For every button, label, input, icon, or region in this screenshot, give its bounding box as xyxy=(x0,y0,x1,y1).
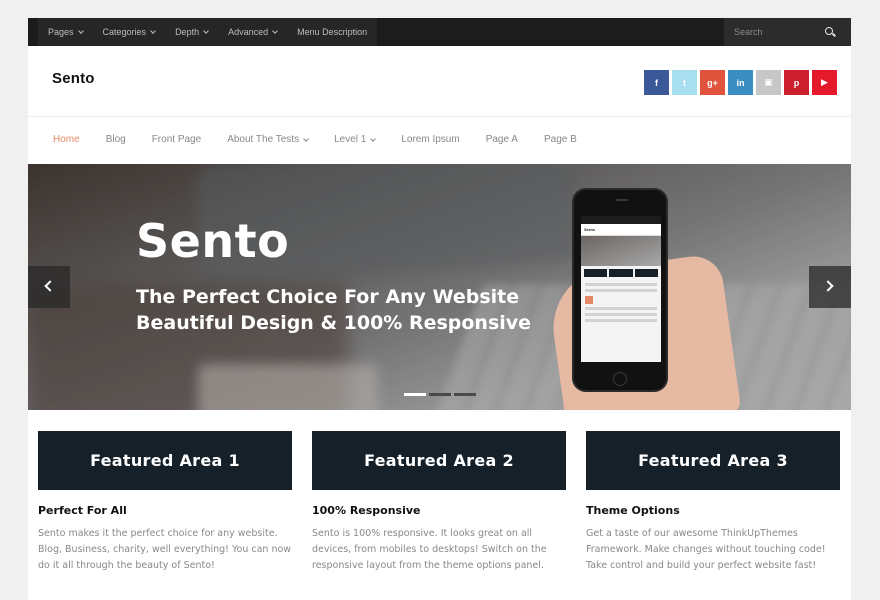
nav-item-about-the-tests[interactable]: About The Tests xyxy=(214,128,321,152)
nav-item-home[interactable]: Home xyxy=(40,128,93,152)
phone-image: Sento xyxy=(572,188,668,392)
slider-dot-1[interactable] xyxy=(404,393,426,396)
nav-item-label: Page B xyxy=(543,134,577,145)
nav-item-page-b[interactable]: Page B xyxy=(531,128,590,152)
search-box xyxy=(724,18,851,46)
featured-box-2[interactable]: Featured Area 2 xyxy=(312,431,566,490)
top-menu-label: Pages xyxy=(48,27,74,37)
slider-subtitle: The Perfect Choice For Any Website Beaut… xyxy=(136,284,531,336)
flickr-icon[interactable]: ▣ xyxy=(756,70,781,95)
chevron-down-icon xyxy=(272,27,278,34)
featured-text-2: Sento is 100% responsive. It looks great… xyxy=(312,528,547,571)
main-nav: Home Blog Front Page About The Tests Level 1… xyxy=(40,128,590,152)
top-bar: Pages Categories Depth Advanced Menu Descrip… xyxy=(28,18,851,46)
chevron-down-icon xyxy=(303,135,309,142)
nav-item-lorem-ipsum[interactable]: Lorem Ipsum xyxy=(388,128,472,152)
top-menu-item-advanced[interactable]: Advanced xyxy=(218,18,287,46)
site-logo[interactable]: Sento xyxy=(52,70,95,87)
linkedin-icon[interactable]: in xyxy=(728,70,753,95)
featured-heading-2: 100% Responsive xyxy=(312,504,421,517)
social-icons: f t g+ in ▣ p ▶ xyxy=(644,70,840,95)
search-input[interactable] xyxy=(724,18,824,46)
page-container: Pages Categories Depth Advanced Menu Descrip… xyxy=(28,18,851,600)
nav-item-label: Front Page xyxy=(151,134,202,145)
top-menu-label: Advanced xyxy=(228,27,269,37)
featured-heading-3: Theme Options xyxy=(586,504,680,517)
youtube-icon[interactable]: ▶ xyxy=(812,70,837,95)
top-menu-item-depth[interactable]: Depth xyxy=(165,18,218,46)
slider-prev-button[interactable] xyxy=(28,266,70,308)
slider-next-button[interactable] xyxy=(809,266,851,308)
facebook-icon[interactable]: f xyxy=(644,70,669,95)
top-menu-label: Depth xyxy=(175,27,200,37)
nav-item-front-page[interactable]: Front Page xyxy=(139,128,214,152)
slider-title: Sento xyxy=(136,214,290,268)
featured-area-2: Featured Area 2 100% Responsive Sento is… xyxy=(312,431,566,574)
top-menu-item-pages[interactable]: Pages xyxy=(38,18,93,46)
slider-subtitle-line2: Beautiful Design & 100% Responsive xyxy=(136,312,532,334)
nav-item-label: About The Tests xyxy=(227,134,300,145)
top-menu-label: Categories xyxy=(102,27,147,37)
phone-screen-logo: Sento xyxy=(581,224,661,236)
nav-item-blog[interactable]: Blog xyxy=(93,128,139,152)
nav-item-level-1[interactable]: Level 1 xyxy=(321,128,388,152)
hero-slider: Sento Sento The Perfect Choice For Any W… xyxy=(28,164,851,410)
featured-area-1: Featured Area 1 Perfect For All Sento ma… xyxy=(38,431,292,574)
nav-item-label: Home xyxy=(53,134,80,145)
nav-item-label: Page A xyxy=(485,134,518,145)
slider-dot-2[interactable] xyxy=(429,393,451,396)
top-menu-item-menu-description[interactable]: Menu Description xyxy=(287,18,377,46)
top-menu-item-categories[interactable]: Categories xyxy=(93,18,166,46)
twitter-icon[interactable]: t xyxy=(672,70,697,95)
slider-pagination xyxy=(404,393,479,396)
google-plus-icon[interactable]: g+ xyxy=(700,70,725,95)
nav-item-label: Level 1 xyxy=(334,134,367,145)
featured-text-3: Get a taste of our awesome ThinkUpThemes… xyxy=(586,528,826,571)
header-divider xyxy=(28,116,851,117)
slider-dot-3[interactable] xyxy=(454,393,476,396)
nav-item-label: Blog xyxy=(105,134,126,145)
top-menu: Pages Categories Depth Advanced Menu Descrip… xyxy=(38,18,378,46)
chevron-down-icon xyxy=(370,135,377,142)
chevron-down-icon xyxy=(203,27,209,34)
nav-item-label: Lorem Ipsum xyxy=(401,134,460,145)
featured-text-1: Sento makes it the perfect choice for an… xyxy=(38,528,292,571)
featured-area-3: Featured Area 3 Theme Options Get a tast… xyxy=(586,431,840,574)
chevron-right-icon xyxy=(822,280,834,292)
featured-box-1[interactable]: Featured Area 1 xyxy=(38,431,292,490)
search-icon[interactable] xyxy=(825,27,833,35)
slider-subtitle-line1: The Perfect Choice For Any Website xyxy=(136,286,520,308)
chevron-down-icon xyxy=(77,27,84,34)
pinterest-icon[interactable]: p xyxy=(784,70,809,95)
top-menu-label: Menu Description xyxy=(297,27,368,37)
nav-item-page-a[interactable]: Page A xyxy=(473,128,531,152)
featured-heading-1: Perfect For All xyxy=(38,504,127,517)
chevron-left-icon xyxy=(44,280,56,292)
featured-box-3[interactable]: Featured Area 3 xyxy=(586,431,840,490)
chevron-down-icon xyxy=(150,27,156,34)
